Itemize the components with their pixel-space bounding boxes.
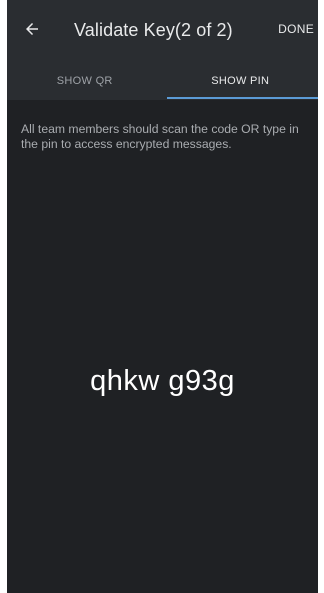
pin-code: qhkw g93g (90, 365, 235, 397)
tab-bar: SHOW QR SHOW PIN (7, 62, 318, 100)
tab-show-pin[interactable]: SHOW PIN (163, 62, 319, 100)
back-arrow-icon (23, 20, 41, 43)
tab-show-qr[interactable]: SHOW QR (7, 62, 163, 100)
back-button[interactable] (17, 16, 47, 46)
instruction-text: All team members should scan the code OR… (21, 122, 299, 151)
done-button[interactable]: DONE (278, 22, 314, 36)
screen: Validate Key(2 of 2) DONE SHOW QR SHOW P… (7, 0, 318, 593)
page-title: Validate Key(2 of 2) (74, 20, 233, 40)
app-bar: Validate Key(2 of 2) DONE (7, 0, 318, 62)
